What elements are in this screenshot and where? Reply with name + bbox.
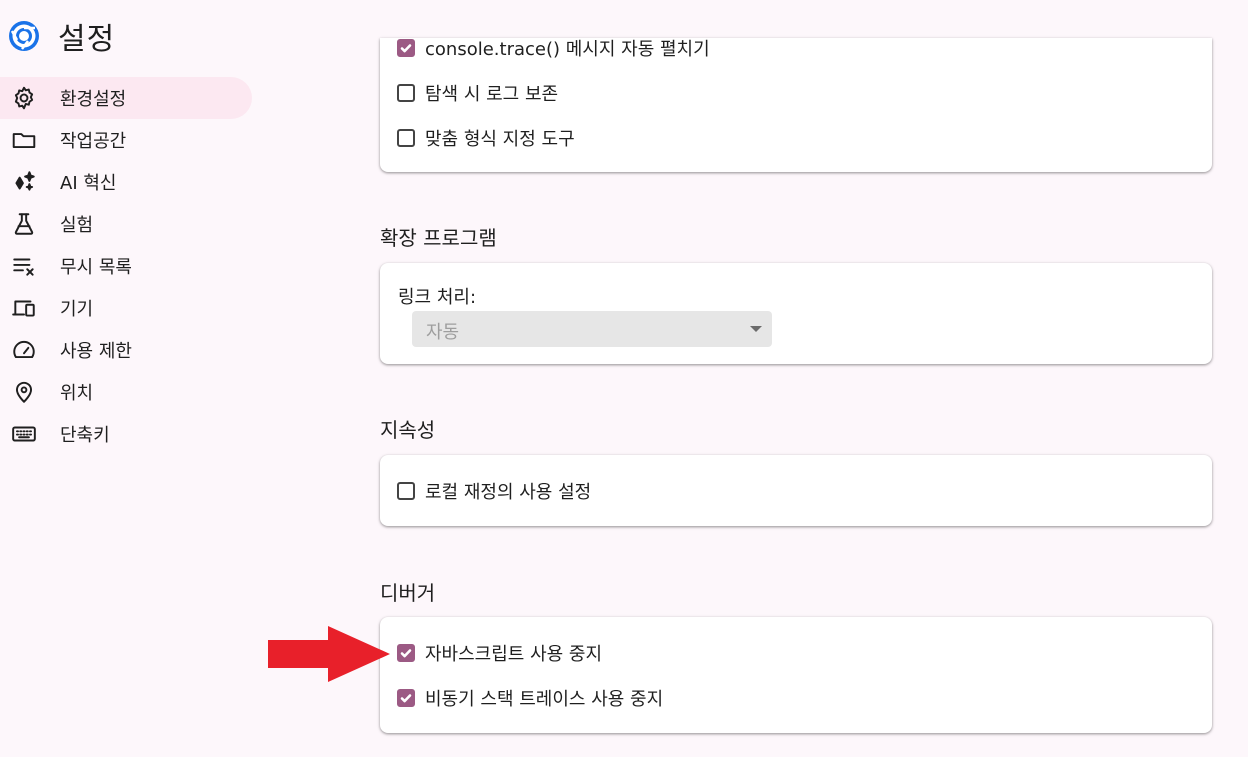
setting-disable-javascript[interactable]: 자바스크립트 사용 중지 — [397, 640, 602, 666]
sidebar-item-label: AI 혁신 — [60, 173, 117, 194]
checkbox-checked[interactable] — [397, 39, 415, 57]
setting-label: 비동기 스택 트레이스 사용 중지 — [425, 689, 664, 710]
sidebar-item-throttling[interactable]: 사용 제한 — [0, 329, 256, 371]
checkmark-icon — [400, 694, 412, 703]
section-title-persistence: 지속성 — [380, 418, 436, 442]
checkbox-checked[interactable] — [397, 689, 415, 707]
setting-preserve-log[interactable]: 탐색 시 로그 보존 — [397, 80, 558, 106]
sidebar-item-locations[interactable]: 위치 — [0, 371, 256, 413]
header: 설정 — [8, 14, 115, 58]
sparkle-icon — [10, 168, 38, 196]
persistence-card: 로컬 재정의 사용 설정 — [380, 455, 1212, 526]
sidebar-item-workspace[interactable]: 작업공간 — [0, 119, 256, 161]
link-handling-select[interactable]: 자동 — [412, 311, 772, 347]
checkbox-unchecked[interactable] — [397, 482, 415, 500]
sidebar-item-label: 실험 — [60, 215, 94, 236]
settings-window: 설정 환경설정 작업공간 AI 혁신 실험 무시 목록 기기 사용 제한 위치 … — [0, 0, 1248, 757]
checkmark-icon — [400, 649, 412, 658]
console-settings-card: console.trace() 메시지 자동 펼치기 탐색 시 로그 보존 맞춤… — [380, 38, 1212, 172]
setting-local-overrides[interactable]: 로컬 재정의 사용 설정 — [397, 478, 591, 504]
checkbox-unchecked[interactable] — [397, 129, 415, 147]
caret-down-icon — [750, 326, 762, 332]
checkbox-checked[interactable] — [397, 644, 415, 662]
speedometer-icon — [10, 336, 38, 364]
checkbox-unchecked[interactable] — [397, 84, 415, 102]
sidebar-item-label: 단축키 — [60, 425, 110, 446]
setting-label: 자바스크립트 사용 중지 — [425, 644, 603, 665]
setting-console-trace-expand[interactable]: console.trace() 메시지 자동 펼치기 — [397, 35, 710, 61]
devices-icon — [10, 294, 38, 322]
setting-label: 탐색 시 로그 보존 — [425, 84, 559, 105]
annotation-arrow-icon — [268, 626, 390, 682]
sidebar-item-label: 무시 목록 — [60, 257, 132, 278]
sidebar-item-experiments[interactable]: 실험 — [0, 203, 256, 245]
keyboard-icon — [10, 420, 38, 448]
select-value: 자동 — [426, 322, 460, 343]
sidebar-item-label: 사용 제한 — [60, 341, 132, 362]
sidebar: 환경설정 작업공간 AI 혁신 실험 무시 목록 기기 사용 제한 위치 단축키 — [0, 77, 256, 455]
section-title-debugger: 디버거 — [380, 581, 436, 605]
gear-icon — [10, 84, 38, 112]
folder-icon — [10, 126, 38, 154]
sidebar-item-ai-innovations[interactable]: AI 혁신 — [0, 161, 256, 203]
sidebar-item-shortcuts[interactable]: 단축키 — [0, 413, 256, 455]
link-handling-label: 링크 처리: — [398, 287, 477, 308]
section-title-extensions: 확장 프로그램 — [380, 226, 497, 250]
sidebar-item-label: 환경설정 — [60, 89, 127, 110]
setting-custom-formatters[interactable]: 맞춤 형식 지정 도구 — [397, 125, 575, 151]
setting-label: 맞춤 형식 지정 도구 — [425, 129, 575, 150]
sidebar-item-ignore-list[interactable]: 무시 목록 — [0, 245, 256, 287]
flask-icon — [10, 210, 38, 238]
sidebar-item-devices[interactable]: 기기 — [0, 287, 256, 329]
chrome-logo-icon — [9, 21, 39, 51]
sidebar-item-label: 위치 — [60, 383, 94, 404]
sidebar-item-preferences[interactable]: 환경설정 — [0, 77, 252, 119]
location-pin-icon — [10, 378, 38, 406]
sidebar-item-label: 기기 — [60, 299, 94, 320]
sidebar-item-label: 작업공간 — [60, 131, 127, 152]
checkmark-icon — [400, 44, 412, 53]
debugger-card: 자바스크립트 사용 중지 비동기 스택 트레이스 사용 중지 — [380, 617, 1212, 733]
setting-label: 로컬 재정의 사용 설정 — [425, 482, 592, 503]
page-title: 설정 — [58, 22, 116, 57]
setting-disable-async-stack-traces[interactable]: 비동기 스택 트레이스 사용 중지 — [397, 685, 663, 711]
extensions-card: 링크 처리: 자동 — [380, 263, 1212, 364]
setting-label: console.trace() 메시지 자동 펼치기 — [425, 39, 710, 60]
ignore-list-icon — [10, 252, 38, 280]
